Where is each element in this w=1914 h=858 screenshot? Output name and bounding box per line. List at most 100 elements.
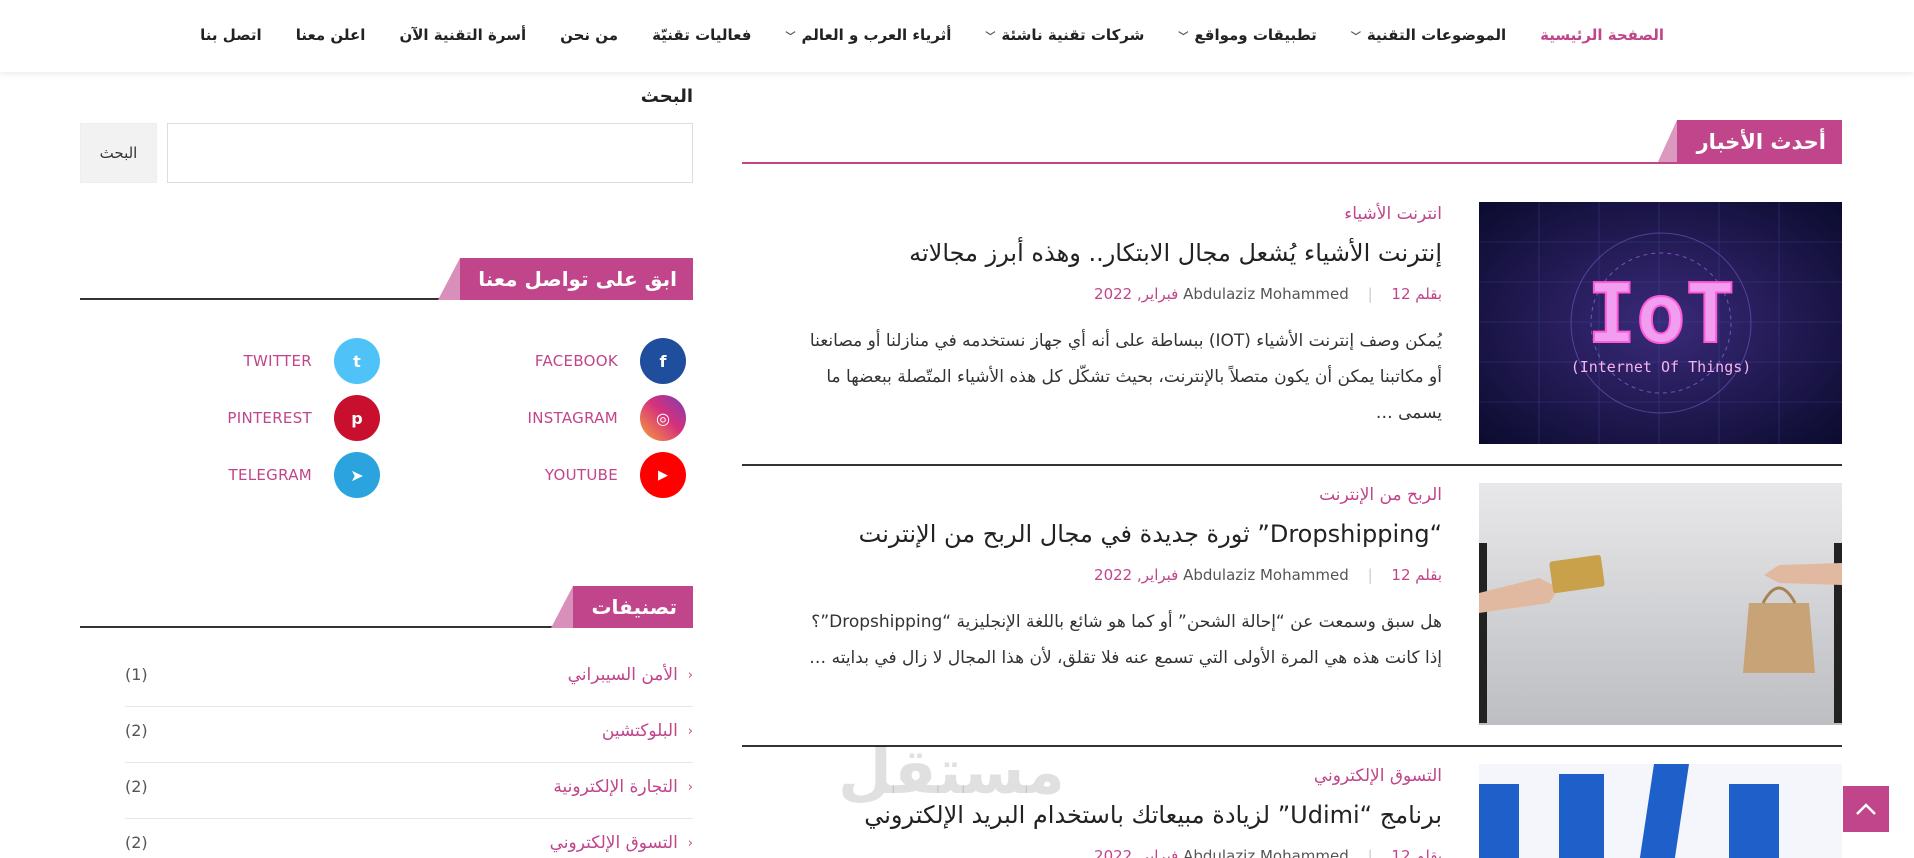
article-body: الربح من الإنترنت “Dropshipping” ثورة جد… bbox=[742, 483, 1442, 676]
instagram-icon: ◎ bbox=[640, 395, 686, 441]
nav-item-advertise[interactable]: اعلن معنا bbox=[296, 26, 366, 44]
nav-item-team[interactable]: أسرة التقنية الآن bbox=[399, 26, 526, 44]
social-label: PINTEREST bbox=[227, 409, 312, 427]
social-link-pinterest[interactable]: p PINTEREST bbox=[140, 395, 380, 441]
search-form: البحث bbox=[80, 123, 693, 183]
nav-item-events[interactable]: فعاليات تقنيّة bbox=[652, 26, 751, 44]
social-label: FACEBOOK bbox=[534, 352, 618, 370]
social-label: INSTAGRAM bbox=[527, 409, 618, 427]
by-label: بقلم bbox=[1415, 285, 1442, 304]
by-label: بقلم bbox=[1415, 847, 1442, 858]
main-content: أحدث الأخبار IoT (Internet Of Things) ان… bbox=[742, 118, 1842, 858]
article-meta: بقلم Abdulaziz Mohammed | 12 فبراير, 202… bbox=[742, 566, 1442, 584]
search-button[interactable]: البحث bbox=[80, 123, 157, 183]
chevron-left-icon: ‹ bbox=[687, 836, 693, 851]
social-links: f FACEBOOK ◎ INSTAGRAM ▶ YOUTUBE t TWITT… bbox=[80, 338, 693, 518]
social-label: TWITTER bbox=[243, 352, 312, 370]
category-item[interactable]: ‹ البلوكتشين (2) bbox=[125, 707, 693, 763]
nav-item-label: فعاليات تقنيّة bbox=[652, 26, 752, 44]
chevron-up-icon bbox=[1856, 803, 1876, 815]
social-link-twitter[interactable]: t TWITTER bbox=[140, 338, 380, 384]
nav-item-label: اتصل بنا bbox=[200, 26, 262, 44]
social-label: TELEGRAM bbox=[228, 466, 312, 484]
by-label: بقلم bbox=[1415, 566, 1442, 585]
udimi-image bbox=[1479, 764, 1842, 858]
author-name[interactable]: Abdulaziz Mohammed bbox=[1183, 847, 1349, 858]
chevron-left-icon: ‹ bbox=[687, 668, 693, 683]
iot-image: IoT (Internet Of Things) bbox=[1479, 202, 1842, 444]
top-navigation: الصفحة الرئيسية الموضوعات التقنية ﹀ تطبيق… bbox=[0, 0, 1914, 72]
scroll-to-top-button[interactable] bbox=[1843, 786, 1889, 832]
social-link-instagram[interactable]: ◎ INSTAGRAM bbox=[446, 395, 686, 441]
nav-item-apps-sites[interactable]: تطبيقات ومواقع ﹀ bbox=[1178, 26, 1316, 44]
nav-item-rich-people[interactable]: أثرياء العرب و العالم ﹀ bbox=[785, 26, 951, 44]
nav-item-about[interactable]: من نحن bbox=[560, 26, 618, 44]
category-name: التجارة الإلكترونية bbox=[553, 777, 678, 797]
chevron-left-icon: ‹ bbox=[687, 780, 693, 795]
latest-news-header: أحدث الأخبار bbox=[742, 118, 1842, 164]
article-category[interactable]: الربح من الإنترنت bbox=[742, 485, 1442, 505]
nav-item-tech-topics[interactable]: الموضوعات التقنية ﹀ bbox=[1351, 26, 1506, 44]
categories-list: ‹ الأمن السيبراني (1) ‹ البلوكتشين (2) ‹ ال… bbox=[80, 651, 693, 858]
nav-item-label: من نحن bbox=[560, 26, 619, 44]
chevron-left-icon: ‹ bbox=[687, 724, 693, 739]
nav-item-label: أسرة التقنية الآن bbox=[399, 26, 527, 44]
category-item[interactable]: ‹ التسوق الإلكتروني (2) bbox=[125, 819, 693, 858]
author-name[interactable]: Abdulaziz Mohammed bbox=[1183, 285, 1349, 303]
nav-item-contact[interactable]: اتصل بنا bbox=[200, 26, 262, 44]
category-item[interactable]: ‹ التجارة الإلكترونية (2) bbox=[125, 763, 693, 819]
article-thumbnail[interactable]: IoT (Internet Of Things) bbox=[1479, 202, 1842, 444]
iot-logo-subtext: (Internet Of Things) bbox=[1571, 358, 1752, 376]
article-title[interactable]: “Dropshipping” ثورة جديدة في مجال الربح … bbox=[742, 519, 1442, 550]
nav-item-label: اعلن معنا bbox=[295, 26, 366, 44]
social-label: YOUTUBE bbox=[544, 466, 618, 484]
youtube-icon: ▶ bbox=[640, 452, 686, 498]
categories-widget-header: تصنيفات bbox=[80, 586, 693, 628]
dropshipping-image bbox=[1479, 483, 1842, 725]
article-divider bbox=[742, 464, 1842, 466]
article-category[interactable]: انترنت الأشياء bbox=[742, 204, 1442, 224]
article-body: انترنت الأشياء إنترنت الأشياء يُشعل مجال… bbox=[742, 202, 1442, 431]
telegram-icon: ➤ bbox=[334, 452, 380, 498]
nav-item-label: شركات تقنية ناشئة bbox=[1001, 26, 1145, 44]
meta-separator: | bbox=[1367, 566, 1373, 585]
watermark-logo: مستقل bbox=[838, 735, 1065, 808]
category-name: التسوق الإلكتروني bbox=[549, 833, 678, 853]
meta-separator: | bbox=[1367, 847, 1373, 858]
nav-item-label: تطبيقات ومواقع bbox=[1194, 26, 1317, 44]
section-title: أحدث الأخبار bbox=[1656, 120, 1842, 164]
social-link-telegram[interactable]: ➤ TELEGRAM bbox=[140, 452, 380, 498]
chevron-down-icon: ﹀ bbox=[1350, 31, 1361, 43]
category-count: (2) bbox=[125, 777, 148, 796]
twitter-icon: t bbox=[334, 338, 380, 384]
nav-item-startups[interactable]: شركات تقنية ناشئة ﹀ bbox=[985, 26, 1144, 44]
article-title[interactable]: إنترنت الأشياء يُشعل مجال الابتكار.. وهذ… bbox=[742, 238, 1442, 269]
search-widget-title: البحث bbox=[640, 86, 693, 107]
chevron-down-icon: ﹀ bbox=[985, 31, 996, 43]
nav-item-label: أثرياء العرب و العالم bbox=[801, 26, 952, 44]
facebook-icon: f bbox=[640, 338, 686, 384]
category-count: (2) bbox=[125, 721, 148, 740]
social-widget-title: ابق على تواصل معنا bbox=[438, 258, 693, 300]
category-item[interactable]: ‹ الأمن السيبراني (1) bbox=[125, 651, 693, 707]
category-count: (2) bbox=[125, 833, 148, 852]
social-link-youtube[interactable]: ▶ YOUTUBE bbox=[446, 452, 686, 498]
pinterest-icon: p bbox=[334, 395, 380, 441]
nav-item-home[interactable]: الصفحة الرئيسية bbox=[1540, 26, 1664, 44]
article-excerpt: يُمكن وصف إنترنت الأشياء (IOT) ببساطة عل… bbox=[809, 331, 1442, 424]
article-card: الربح من الإنترنت “Dropshipping” ثورة جد… bbox=[742, 483, 1842, 763]
article-card: IoT (Internet Of Things) انترنت الأشياء … bbox=[742, 202, 1842, 482]
category-count: (1) bbox=[125, 665, 148, 684]
nav-menu: الصفحة الرئيسية الموضوعات التقنية ﹀ تطبيق… bbox=[200, 0, 1664, 70]
article-thumbnail[interactable] bbox=[1479, 483, 1842, 725]
nav-item-label: الصفحة الرئيسية bbox=[1540, 26, 1664, 44]
article-thumbnail[interactable] bbox=[1479, 764, 1842, 858]
search-input[interactable] bbox=[167, 123, 693, 183]
social-widget-header: ابق على تواصل معنا bbox=[80, 258, 693, 300]
article-meta: بقلم Abdulaziz Mohammed | 12 فبراير, 202… bbox=[742, 285, 1442, 303]
sidebar: البحث البحث ابق على تواصل معنا f FACEBOO… bbox=[80, 86, 693, 853]
social-link-facebook[interactable]: f FACEBOOK bbox=[446, 338, 686, 384]
chevron-down-icon: ﹀ bbox=[1178, 31, 1189, 43]
author-name[interactable]: Abdulaziz Mohammed bbox=[1183, 566, 1349, 584]
article-excerpt: هل سبق وسمعت عن “إحالة الشحن” أو كما هو … bbox=[809, 612, 1442, 669]
